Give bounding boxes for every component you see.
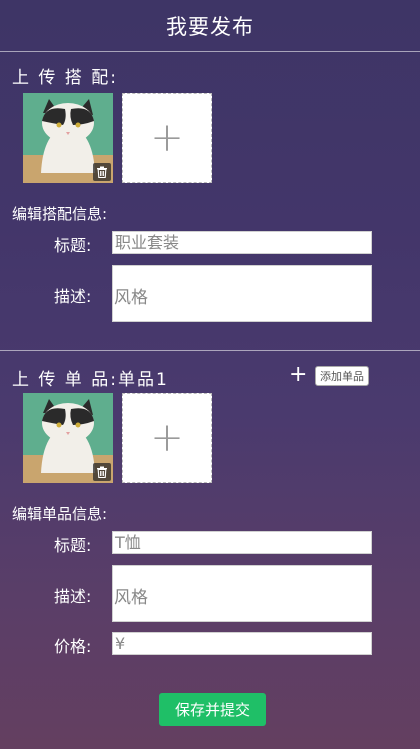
plus-icon: + bbox=[150, 115, 184, 161]
outfit-title-label: 标题: bbox=[54, 236, 92, 255]
item-add-image-button[interactable]: + bbox=[122, 393, 212, 483]
section-divider bbox=[0, 350, 420, 351]
outfit-desc-textarea[interactable]: 风格 bbox=[112, 265, 372, 322]
page-title: 我要发布 bbox=[166, 14, 254, 39]
trash-icon[interactable] bbox=[93, 163, 111, 181]
item-edit-label: 编辑单品信息: bbox=[12, 505, 108, 523]
outfit-title-input[interactable]: 职业套装 bbox=[112, 231, 372, 254]
trash-icon[interactable] bbox=[93, 463, 111, 481]
item-title-label: 标题: bbox=[54, 536, 92, 555]
item-price-input[interactable]: ¥ bbox=[112, 632, 372, 655]
save-submit-button[interactable]: 保存并提交 bbox=[159, 693, 266, 726]
add-item-button[interactable]: 添加单品 bbox=[315, 366, 369, 386]
outfit-upload-label: 上 传 搭 配: bbox=[12, 68, 118, 88]
outfit-desc-label: 描述: bbox=[54, 287, 92, 306]
outfit-add-image-button[interactable]: + bbox=[122, 93, 212, 183]
add-item-plus-icon[interactable]: + bbox=[289, 364, 307, 386]
item-upload-label: 上 传 单 品:单品1 bbox=[12, 370, 169, 390]
page-header: 我要发布 bbox=[0, 0, 420, 52]
item-desc-label: 描述: bbox=[54, 587, 92, 606]
item-desc-textarea[interactable]: 风格 bbox=[112, 565, 372, 622]
item-price-label: 价格: bbox=[54, 637, 92, 656]
item-title-input[interactable]: T恤 bbox=[112, 531, 372, 554]
item-image-thumbnail[interactable] bbox=[23, 393, 113, 483]
plus-icon: + bbox=[150, 415, 184, 461]
outfit-edit-label: 编辑搭配信息: bbox=[12, 205, 108, 223]
outfit-image-thumbnail[interactable] bbox=[23, 93, 113, 183]
